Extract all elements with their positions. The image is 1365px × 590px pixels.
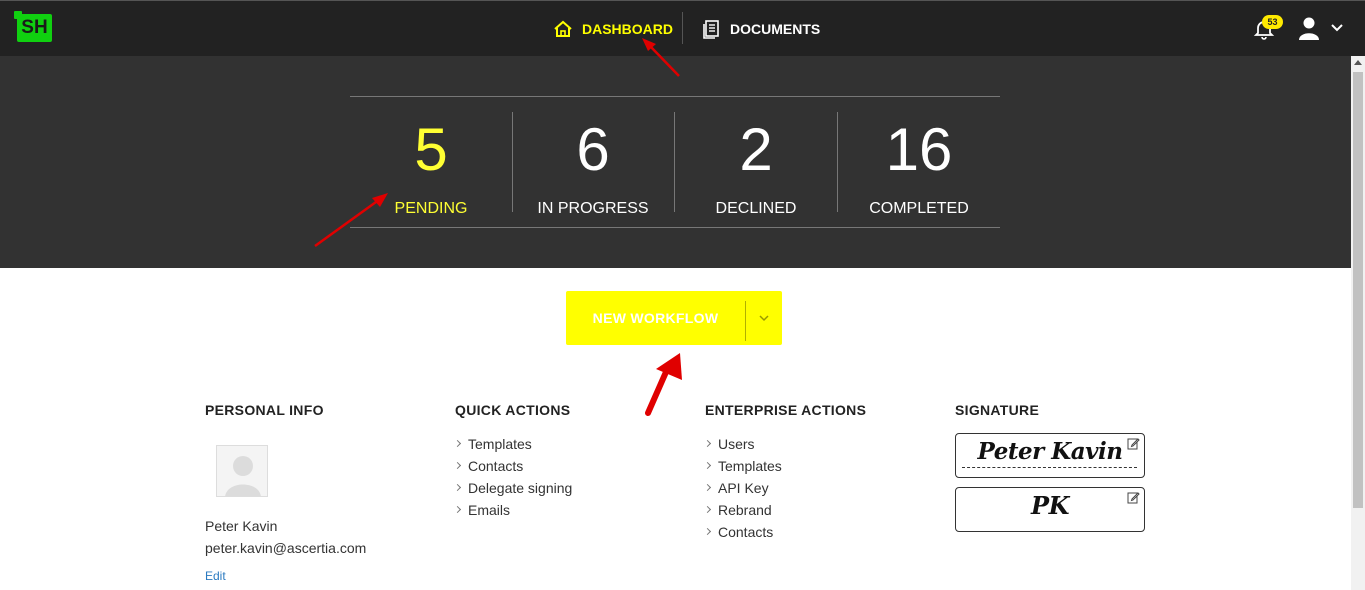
initials-image: PK — [1031, 491, 1069, 520]
nav-documents-label: DOCUMENTS — [730, 21, 821, 37]
signature-title: SIGNATURE — [955, 402, 1040, 418]
nav-documents[interactable]: DOCUMENTS — [701, 1, 820, 57]
stat-declined-label: DECLINED — [715, 200, 797, 217]
stat-pending-count: 5 — [414, 116, 448, 183]
enterprise-action-users[interactable]: Users — [705, 435, 782, 457]
stat-in-progress[interactable]: 6 IN PROGRESS — [512, 112, 674, 217]
chevron-down-icon[interactable] — [1330, 23, 1344, 33]
stats-top-rule — [350, 96, 1000, 97]
nav-dashboard-label: DASHBOARD — [582, 21, 673, 37]
stat-in-progress-count: 6 — [576, 116, 610, 183]
initials-box[interactable]: PK — [955, 487, 1145, 532]
user-icon[interactable] — [1298, 16, 1320, 40]
signature-line — [962, 467, 1137, 468]
personal-info-title: PERSONAL INFO — [205, 402, 324, 418]
enterprise-action-api-key[interactable]: API Key — [705, 479, 782, 501]
quick-action-delegate-signing[interactable]: Delegate signing — [455, 479, 572, 501]
edit-icon[interactable] — [1127, 437, 1140, 450]
enterprise-action-templates[interactable]: Templates — [705, 457, 782, 479]
stat-completed[interactable]: 16 COMPLETED — [838, 112, 1000, 217]
stat-declined-count: 2 — [739, 116, 773, 183]
signature-image: Peter Kavin — [977, 438, 1123, 465]
avatar-placeholder-icon — [217, 446, 267, 496]
quick-action-contacts[interactable]: Contacts — [455, 457, 572, 479]
stat-pending-label: PENDING — [394, 200, 468, 217]
nav-dashboard[interactable]: DASHBOARD — [553, 1, 673, 57]
signature-box[interactable]: Peter Kavin — [955, 433, 1145, 478]
quick-action-emails[interactable]: Emails — [455, 501, 572, 523]
nav-divider — [682, 12, 683, 44]
arrow-to-new-workflow — [645, 353, 682, 416]
enterprise-action-contacts[interactable]: Contacts — [705, 523, 782, 545]
stat-in-progress-label: IN PROGRESS — [537, 200, 649, 217]
chevron-down-icon — [759, 315, 769, 322]
avatar[interactable] — [216, 445, 268, 497]
new-workflow-button[interactable]: NEW WORKFLOW — [566, 291, 782, 345]
document-icon — [703, 20, 719, 39]
edit-profile-link[interactable]: Edit — [205, 569, 226, 583]
scroll-up-arrow[interactable] — [1354, 60, 1362, 65]
quick-action-templates[interactable]: Templates — [455, 435, 572, 457]
stats-panel: 5 PENDING 6 IN PROGRESS 2 DECLINED 16 CO… — [0, 56, 1351, 268]
app-logo[interactable]: SH — [14, 11, 52, 42]
home-icon — [554, 20, 572, 37]
quick-actions-list: Templates Contacts Delegate signing Emai… — [455, 435, 572, 523]
stat-pending[interactable]: 5 PENDING — [350, 112, 512, 217]
quick-actions-title: QUICK ACTIONS — [455, 402, 571, 418]
user-name: Peter Kavin — [205, 518, 278, 534]
notification-badge[interactable]: 53 — [1262, 15, 1283, 29]
stats-bottom-rule — [350, 227, 1000, 228]
user-email: peter.kavin@ascertia.com — [205, 540, 367, 556]
new-workflow-dropdown[interactable] — [746, 291, 782, 345]
scrollbar-thumb[interactable] — [1353, 72, 1363, 508]
enterprise-action-rebrand[interactable]: Rebrand — [705, 501, 782, 523]
edit-icon[interactable] — [1127, 491, 1140, 504]
stat-completed-label: COMPLETED — [869, 200, 969, 217]
stat-completed-count: 16 — [885, 116, 953, 183]
stat-declined[interactable]: 2 DECLINED — [675, 112, 837, 217]
enterprise-actions-list: Users Templates API Key Rebrand Contacts — [705, 435, 782, 545]
top-navigation-bar: SH DASHBOARD DOCUMENTS 53 — [0, 0, 1365, 56]
enterprise-actions-title: ENTERPRISE ACTIONS — [705, 402, 867, 418]
new-workflow-label: NEW WORKFLOW — [592, 310, 719, 326]
